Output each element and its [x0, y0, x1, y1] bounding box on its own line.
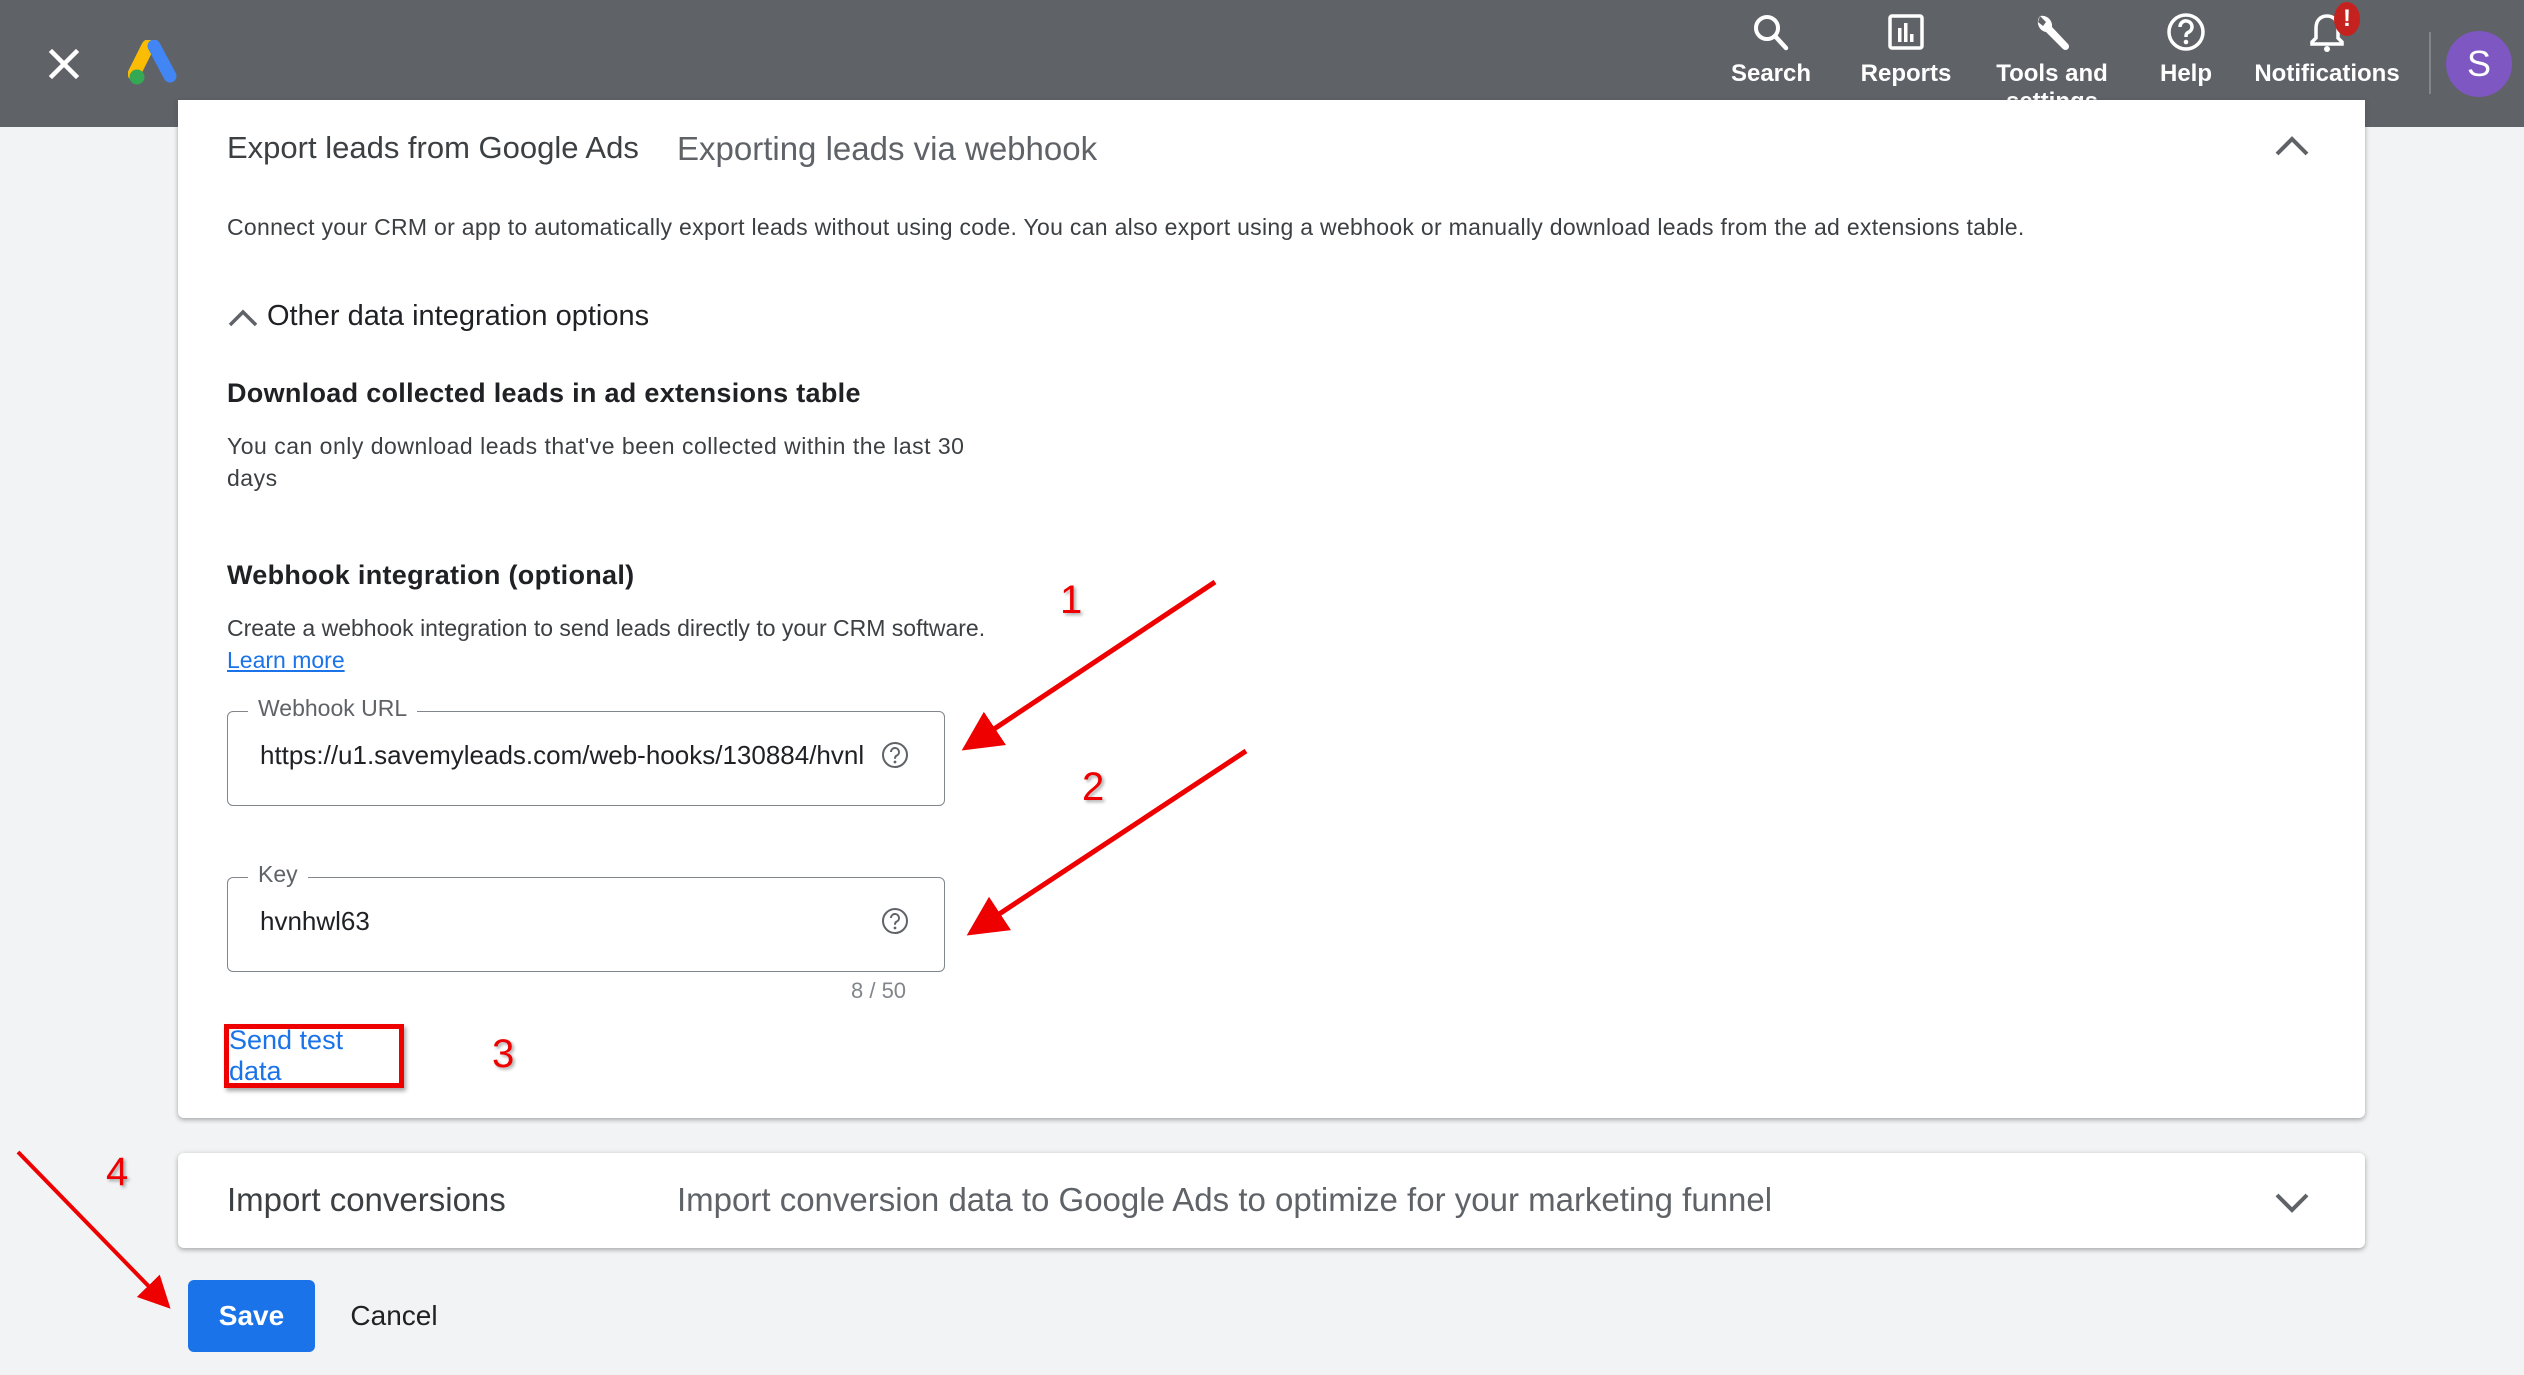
annotation-number-4: 4 [106, 1150, 129, 1194]
export-card-title: Export leads from Google Ads [227, 130, 639, 165]
search-icon [1754, 15, 1789, 51]
topbar-divider [2429, 32, 2431, 94]
annotation-arrow-4 [16, 1150, 171, 1309]
webhook-url-label: Webhook URL [248, 695, 418, 722]
webhook-integration-title: Webhook integration (optional) [227, 560, 635, 590]
chevron-up-icon [228, 309, 258, 326]
download-leads-title: Download collected leads in ad extension… [227, 378, 861, 408]
webhook-url-input[interactable] [260, 740, 880, 771]
expand-import-card-button[interactable] [2272, 1187, 2312, 1217]
close-icon [48, 48, 80, 80]
help-icon[interactable] [880, 906, 910, 936]
annotation-number-2: 2 [1082, 765, 1105, 809]
save-button[interactable]: Save [188, 1280, 315, 1352]
webhook-integration-description: Create a webhook integration to send lea… [227, 612, 1007, 676]
google-ads-logo-icon [127, 39, 177, 85]
cancel-button[interactable]: Cancel [334, 1280, 454, 1352]
account-avatar[interactable]: S [2446, 31, 2512, 97]
webhook-url-field[interactable]: Webhook URL [227, 695, 945, 806]
nav-reports-label: Reports [1860, 60, 1952, 87]
nav-help-label: Help [2159, 60, 2212, 87]
annotation-number-1: 1 [1060, 578, 1083, 622]
import-card-subtitle: Import conversion data to Google Ads to … [677, 1181, 1773, 1218]
import-conversions-card[interactable]: Import conversions Import conversion dat… [178, 1153, 2365, 1248]
reports-icon [1888, 14, 1924, 50]
nav-search[interactable]: Search [1726, 10, 1816, 88]
other-integration-options-label: Other data integration options [267, 300, 650, 332]
nav-notifications[interactable]: ! Notifications [2250, 2, 2404, 88]
help-icon [2167, 13, 2205, 51]
export-card-description: Connect your CRM or app to automatically… [227, 214, 2025, 240]
download-leads-description: You can only download leads that've been… [227, 433, 965, 491]
annotation-number-3: 3 [492, 1032, 515, 1076]
notification-badge: ! [2334, 2, 2360, 36]
nav-help[interactable]: Help [2150, 10, 2222, 88]
nav-search-label: Search [1730, 60, 1812, 87]
close-button[interactable] [44, 44, 84, 84]
google-ads-logo [127, 39, 180, 86]
collapse-export-card-button[interactable] [2272, 130, 2312, 160]
key-character-counter: 8 / 50 [851, 978, 907, 1003]
webhook-key-label: Key [248, 861, 308, 888]
export-card-subtitle: Exporting leads via webhook [677, 130, 1098, 167]
nav-notifications-label: Notifications [2254, 60, 2400, 87]
help-icon[interactable] [880, 740, 910, 770]
import-card-title: Import conversions [227, 1181, 506, 1218]
send-test-data-button[interactable]: Send test data [224, 1024, 404, 1088]
nav-reports[interactable]: Reports [1856, 10, 1956, 88]
webhook-key-field[interactable]: Key [227, 861, 945, 972]
learn-more-link[interactable]: Learn more [227, 647, 345, 673]
chevron-down-icon [2275, 1193, 2309, 1213]
webhook-key-input[interactable] [260, 906, 880, 937]
other-integration-options-toggle[interactable]: Other data integration options [227, 300, 649, 333]
wrench-icon [2037, 15, 2070, 51]
export-leads-card: Export leads from Google Ads Exporting l… [178, 100, 2365, 1118]
chevron-up-icon [2275, 136, 2309, 156]
webhook-description-text: Create a webhook integration to send lea… [227, 615, 986, 641]
